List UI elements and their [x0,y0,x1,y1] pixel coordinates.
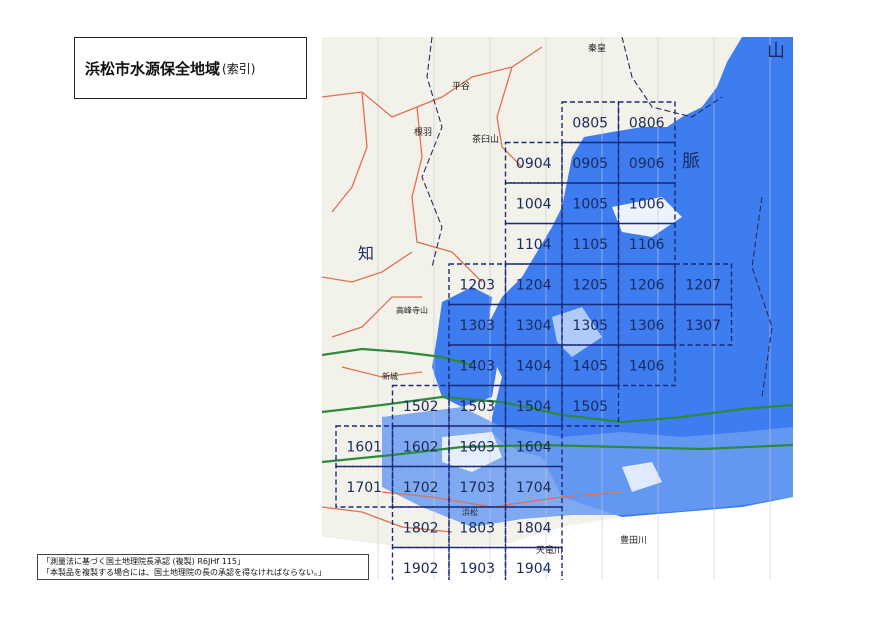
survey-approval-note: 「測量法に基づく国土地理院長承認 (複製) R6JHf 115」 「本製品を複製… [37,554,369,580]
tile-label: 1106 [629,237,665,253]
map-place-label: 山 [767,41,785,62]
map-place-label: 天竜川 [536,544,563,556]
tile-label: 1105 [572,237,608,253]
index-map: 0805 0806 0904 0905 0906 1004 1005 1006 1104 1105… [322,37,793,580]
title-box: 浜松市水源保全地域 (索引) [74,37,307,99]
tile-label: 1604 [516,439,552,455]
tile-label: 0805 [572,115,608,131]
tile-label: 1004 [516,196,552,212]
tile-label: 1701 [346,480,382,496]
map-place-label: 浜松 [462,507,478,517]
tile-label: 1205 [572,277,608,293]
tile-label: 1704 [516,480,552,496]
map-place-label: 平谷 [452,81,470,92]
tile-label: 1104 [516,237,552,253]
note-line-2: 「本製品を複製する場合には、国土地理院の長の承認を得なければならない。」 [42,568,326,577]
tile-label: 1802 [403,520,439,536]
map-place-label: 根羽 [414,126,432,138]
tile-label: 1903 [459,561,495,577]
map-place-label: 豊田川 [620,534,647,546]
tile-label: 1602 [403,439,439,455]
tile-label: 1603 [459,439,495,455]
tile-label: 1601 [346,439,382,455]
tile-label: 1306 [629,318,665,334]
tile-label: 1207 [685,277,721,293]
tile-label: 1702 [403,480,439,496]
map-place-label: 新城 [382,371,398,381]
map-place-label: 脈 [682,151,700,172]
tile-label: 1502 [403,399,439,415]
tile-label: 1203 [459,277,495,293]
tile-label: 1403 [459,358,495,374]
tile-label: 1006 [629,196,665,212]
tile-label: 1305 [572,318,608,334]
map-place-label: 知 [358,244,374,263]
tile-label: 1803 [459,520,495,536]
tile-label: 1204 [516,277,552,293]
tile-label: 0905 [572,156,608,172]
tile-label: 1503 [459,399,495,415]
tile-label: 1504 [516,399,552,415]
tile-label: 1904 [516,561,552,577]
tile-label: 1304 [516,318,552,334]
tile-label: 0904 [516,156,552,172]
tile-label: 1206 [629,277,665,293]
tile-label: 0906 [629,156,665,172]
tile-label: 1804 [516,520,552,536]
tile-label: 1405 [572,358,608,374]
map-title: 浜松市水源保全地域 [85,59,221,78]
note-line-1: 「測量法に基づく国土地理院長承認 (複製) R6JHf 115」 [42,557,245,566]
tile-label: 1303 [459,318,495,334]
map-place-label: 秦皇 [588,42,606,54]
map-subtitle: (索引) [222,61,256,76]
map-place-label: 茶臼山 [472,133,499,145]
tile-label: 1703 [459,480,495,496]
tile-label: 1307 [685,318,721,334]
tile-label: 0806 [629,115,665,131]
tile-label: 1902 [403,561,439,577]
tile-label: 1505 [572,399,608,415]
tile-label: 1005 [572,196,608,212]
map-place-label: 高峰寺山 [396,305,428,315]
tile-label: 1404 [516,358,552,374]
tile-label: 1406 [629,358,665,374]
